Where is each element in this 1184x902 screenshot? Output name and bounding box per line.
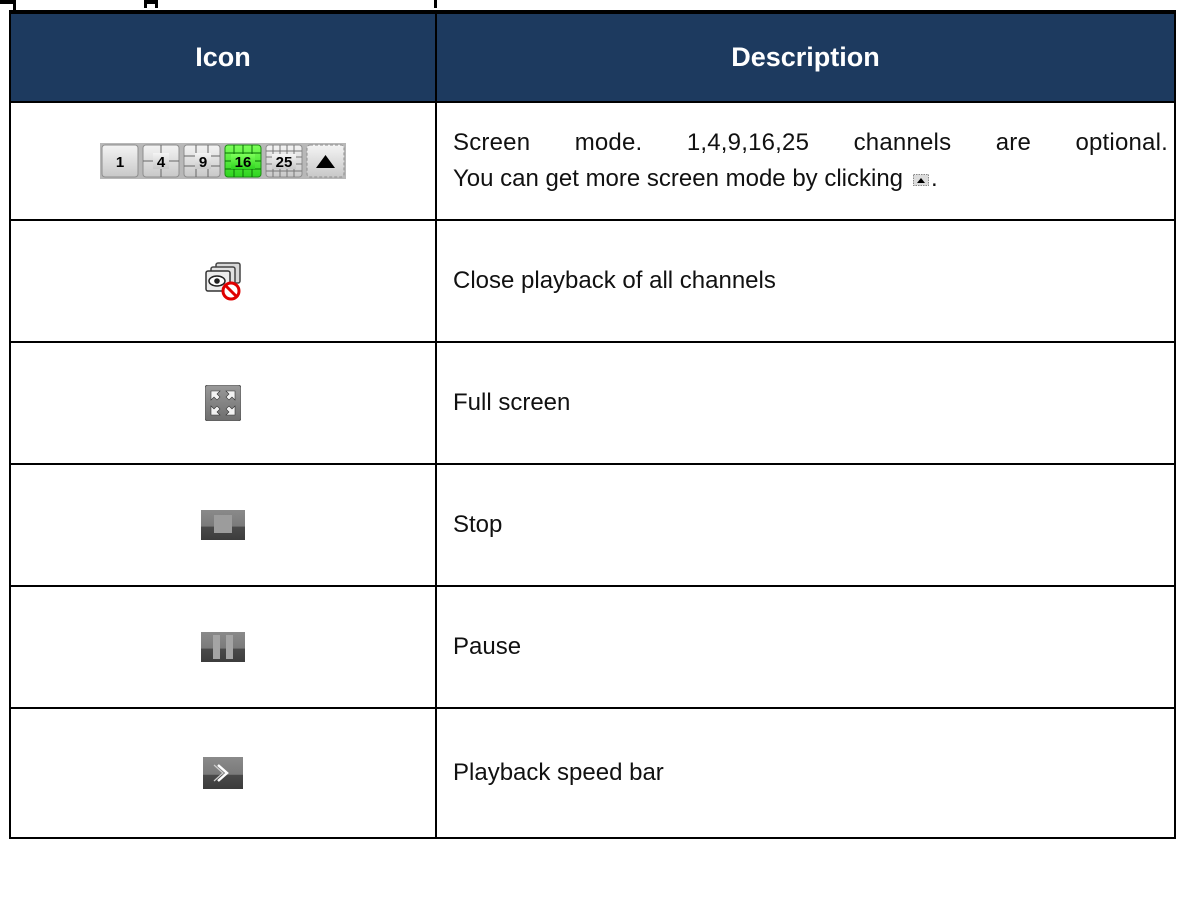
description-cell: Stop: [435, 463, 1176, 587]
screen-mode-description: Screen mode. 1,4,9,16,25 channels are op…: [453, 129, 1168, 156]
screen-mode-4-button[interactable]: 4: [142, 144, 180, 178]
icon-cell: 1 4 9 16 25: [9, 101, 437, 221]
table-header-row: Icon Description: [9, 11, 1176, 103]
table-row-stop: Stop: [9, 463, 1176, 587]
cropped-heading-fragment: [0, 0, 1184, 10]
more-modes-inline-icon: [913, 173, 930, 186]
stop-icon[interactable]: [201, 510, 245, 540]
icon-cell: [9, 341, 437, 465]
icon-cell: [9, 219, 437, 343]
pause-icon[interactable]: [201, 632, 245, 662]
description-cell: Screen mode. 1,4,9,16,25 channels are op…: [435, 101, 1176, 221]
screen-mode-16-button[interactable]: 16: [224, 144, 262, 178]
screen-mode-9-button[interactable]: 9: [183, 144, 221, 178]
close-playback-icon[interactable]: [203, 261, 243, 301]
svg-text:25: 25: [276, 154, 293, 171]
icon-description-table: Icon Description 1 4 9 16 25 Screen mode…: [9, 10, 1176, 839]
screen-mode-more-hint: You can get more screen mode by clicking…: [453, 165, 938, 192]
icon-cell: [9, 707, 437, 839]
playback-speed-icon[interactable]: [203, 757, 243, 789]
table-row-full-screen: Full screen: [9, 341, 1176, 465]
column-header-icon: Icon: [9, 11, 437, 103]
svg-text:1: 1: [116, 154, 124, 171]
table-row-playback-speed: Playback speed bar: [9, 707, 1176, 839]
svg-text:4: 4: [157, 154, 166, 171]
table-row-screen-mode: 1 4 9 16 25 Screen mode. 1,4,9,16,25 cha…: [9, 101, 1176, 221]
description-cell: Playback speed bar: [435, 707, 1176, 839]
screen-mode-icons: 1 4 9 16 25: [100, 143, 346, 179]
full-screen-icon[interactable]: [205, 385, 241, 421]
table-row-close-playback: Close playback of all channels: [9, 219, 1176, 343]
screen-mode-25-button[interactable]: 25: [265, 144, 303, 178]
more-screen-modes-button[interactable]: [306, 144, 345, 178]
svg-text:9: 9: [199, 154, 207, 171]
icon-cell: [9, 585, 437, 709]
column-header-description: Description: [435, 11, 1176, 103]
description-cell: Full screen: [435, 341, 1176, 465]
svg-text:16: 16: [235, 154, 252, 171]
description-cell: Pause: [435, 585, 1176, 709]
icon-cell: [9, 463, 437, 587]
screen-mode-1-button[interactable]: 1: [101, 144, 139, 178]
description-cell: Close playback of all channels: [435, 219, 1176, 343]
table-row-pause: Pause: [9, 585, 1176, 709]
